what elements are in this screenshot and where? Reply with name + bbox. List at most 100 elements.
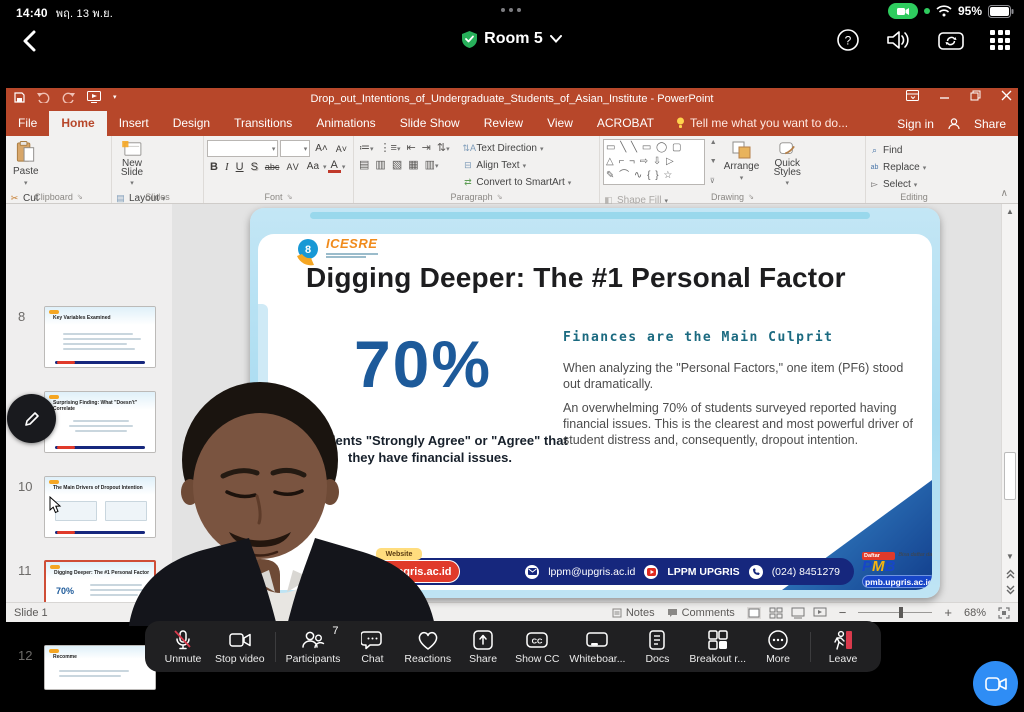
align-text-icon: ⊟	[462, 160, 473, 171]
justify-button[interactable]: ▦	[408, 158, 418, 171]
quick-styles-button[interactable]: Quick Styles▾	[766, 139, 808, 189]
apps-grid-button[interactable]	[990, 30, 1010, 50]
notes-button[interactable]: Notes	[612, 607, 655, 619]
numbering-button[interactable]: ⋮≡▾	[380, 141, 401, 154]
align-right-button[interactable]: ▧	[392, 158, 402, 171]
zoom-slider-thumb[interactable]	[899, 607, 903, 618]
text-shadow-button[interactable]: S	[248, 161, 261, 173]
font-color-button[interactable]: A	[328, 160, 341, 173]
scroll-down-icon[interactable]: ▼	[1006, 552, 1014, 561]
tell-me-box[interactable]: Tell me what you want to do...	[666, 111, 858, 136]
show-cc-button[interactable]: CC Show CC	[515, 629, 559, 665]
align-center-button[interactable]: ▥	[375, 158, 385, 171]
scrollbar-thumb[interactable]	[1004, 452, 1016, 500]
paste-button[interactable]: Paste▾	[9, 139, 43, 189]
unmute-button[interactable]: Unmute	[161, 629, 205, 665]
normal-view-button[interactable]	[747, 607, 761, 619]
decrease-indent-button[interactable]: ⇤	[406, 141, 415, 154]
thumbnail-slide-12[interactable]: Recomme	[44, 645, 156, 690]
slideshow-view-button[interactable]	[813, 607, 827, 619]
tab-transitions[interactable]: Transitions	[222, 111, 304, 136]
restore-button[interactable]	[970, 90, 981, 101]
shapes-scroll-up-icon[interactable]: ▲	[710, 139, 717, 146]
share-screen-button[interactable]: Share	[461, 629, 505, 665]
pmb-note: Bisa daftar dari rumah, klik!	[898, 552, 932, 558]
new-slide-button[interactable]: New Slide▾	[115, 139, 149, 189]
find-button[interactable]: ⌕Find	[869, 143, 926, 158]
shapes-scroll-down-icon[interactable]: ▼	[710, 158, 717, 165]
arrange-button[interactable]: Arrange▾	[720, 139, 764, 189]
zoom-slider[interactable]	[858, 612, 932, 613]
next-slide-button[interactable]	[1005, 584, 1016, 596]
annotation-pencil-button[interactable]	[7, 394, 56, 443]
participants-button[interactable]: 7 Participants	[286, 629, 341, 665]
zoom-in-button[interactable]: +	[944, 605, 952, 620]
minimize-button[interactable]	[939, 90, 950, 101]
replace-button[interactable]: abReplace▾	[869, 160, 926, 175]
share-button[interactable]: Share	[974, 117, 1006, 131]
line-spacing-button[interactable]: ⇅▾	[437, 141, 450, 154]
chat-button[interactable]: Chat	[350, 629, 394, 665]
camera-active-indicator	[888, 3, 918, 19]
bold-button[interactable]: B	[207, 161, 221, 173]
comments-button[interactable]: Comments	[667, 607, 735, 619]
change-case-button[interactable]: Aa	[304, 161, 322, 172]
shrink-font-button[interactable]: A˅	[333, 144, 350, 154]
speaker-button[interactable]	[886, 28, 912, 52]
video-fab-button[interactable]	[973, 661, 1018, 706]
collapse-ribbon-button[interactable]: ∧	[1001, 188, 1008, 199]
text-direction-button[interactable]: ⇅AText Direction▾	[462, 141, 571, 156]
help-button[interactable]: ?	[836, 28, 860, 52]
tab-view[interactable]: View	[535, 111, 585, 136]
close-button[interactable]	[1001, 90, 1012, 101]
convert-smartart-button[interactable]: ⇄Convert to SmartArt▾	[462, 175, 571, 190]
underline-button[interactable]: U	[233, 161, 247, 173]
dialog-launcher-icon[interactable]: ⇘	[287, 193, 293, 201]
align-left-button[interactable]: ▤	[359, 158, 369, 171]
slide-sorter-view-button[interactable]	[769, 607, 783, 619]
ribbon-display-button[interactable]	[906, 90, 919, 101]
thumbnail-slide-8[interactable]: Key Variables Examined	[44, 306, 156, 368]
more-button[interactable]: More	[756, 629, 800, 665]
tab-insert[interactable]: Insert	[107, 111, 161, 136]
fit-to-window-button[interactable]	[998, 607, 1010, 619]
reactions-button[interactable]: Reactions	[404, 629, 451, 665]
breakout-rooms-button[interactable]: Breakout r...	[689, 629, 746, 665]
dialog-launcher-icon[interactable]: ⇘	[748, 193, 754, 201]
docs-button[interactable]: Docs	[635, 629, 679, 665]
sign-in-button[interactable]: Sign in	[897, 117, 934, 131]
leave-button[interactable]: Leave	[821, 629, 865, 665]
italic-button[interactable]: I	[222, 161, 232, 173]
reading-view-button[interactable]	[791, 607, 805, 619]
scroll-up-icon[interactable]: ▲	[1006, 207, 1014, 216]
dialog-launcher-icon[interactable]: ⇘	[497, 193, 503, 201]
bullets-button[interactable]: ≔▾	[359, 141, 374, 154]
group-label: Editing	[900, 192, 928, 202]
whiteboard-button[interactable]: Whiteboar...	[569, 629, 625, 665]
tab-home[interactable]: Home	[49, 111, 106, 136]
char-spacing-button[interactable]: AV	[283, 162, 302, 172]
grow-font-button[interactable]: A˄	[312, 143, 331, 154]
strikethrough-button[interactable]: abc	[262, 162, 283, 172]
tab-review[interactable]: Review	[472, 111, 535, 136]
stop-video-button[interactable]: Stop video	[215, 629, 265, 665]
font-size-combo[interactable]: ▾	[280, 140, 310, 157]
align-text-button[interactable]: ⊟Align Text▾	[462, 158, 571, 173]
increase-indent-button[interactable]: ⇥	[422, 141, 431, 154]
tab-animations[interactable]: Animations	[304, 111, 387, 136]
tab-acrobat[interactable]: ACROBAT	[585, 111, 666, 136]
dialog-launcher-icon[interactable]: ⇘	[77, 193, 83, 201]
vertical-scrollbar[interactable]: ▲ ▼	[1001, 204, 1018, 602]
zoom-percent[interactable]: 68%	[964, 607, 986, 619]
select-button[interactable]: ▻Select▾	[869, 177, 926, 192]
switch-camera-button[interactable]	[938, 28, 964, 52]
zoom-out-button[interactable]: −	[839, 605, 847, 620]
shapes-more-icon[interactable]: ⊽	[710, 177, 717, 185]
previous-slide-button[interactable]	[1005, 568, 1016, 580]
font-name-combo[interactable]: ▾	[207, 140, 278, 157]
columns-button[interactable]: ▥▾	[425, 158, 439, 171]
tab-file[interactable]: File	[6, 111, 49, 136]
tab-design[interactable]: Design	[161, 111, 222, 136]
tab-slideshow[interactable]: Slide Show	[388, 111, 472, 136]
shape-gallery[interactable]: ▭ ╲ ╲ ▭ ◯ ▢△ ⌐ ¬ ⇨ ⇩ ▷✎ ⌒ ∿ { } ☆	[603, 139, 705, 185]
